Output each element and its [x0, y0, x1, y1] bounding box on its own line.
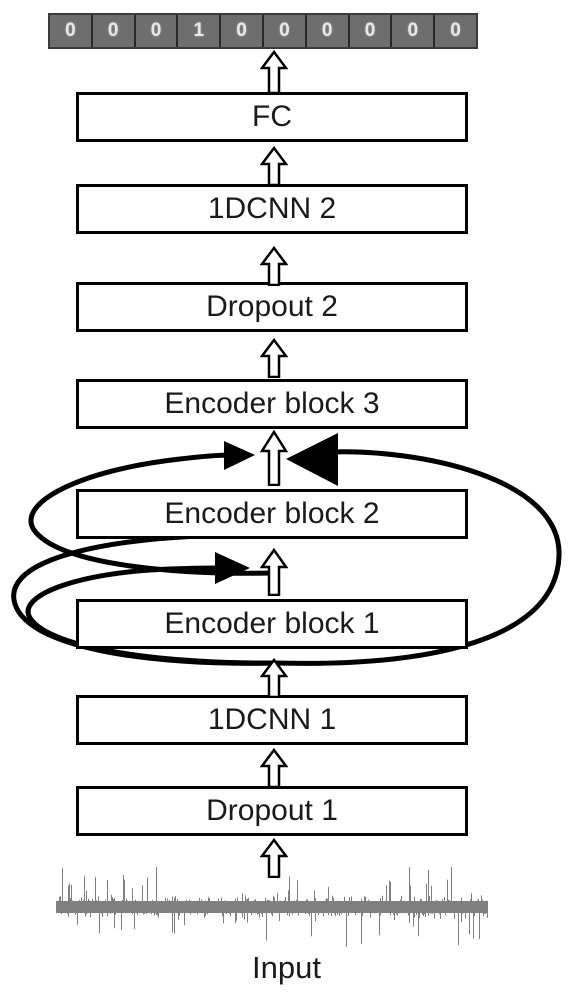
stage-box-encoder-block-3[interactable]: Encoder block 3 [76, 379, 468, 429]
waveform-traces [56, 867, 488, 947]
flow-arrow-dropout2-to-cnn2 [260, 246, 288, 286]
output-vector-cell: 0 [93, 15, 136, 47]
stage-label-encoder-block-2: Encoder block 2 [164, 497, 380, 530]
stage-box-encoder-block-1[interactable]: Encoder block 1 [76, 599, 468, 649]
stage-label-fc: FC [252, 100, 292, 133]
stage-label-dropout-2: Dropout 2 [206, 290, 338, 323]
architecture-diagram: 0001000000 FC 1DCNN 2 Dropout 2 Encoder … [0, 0, 573, 1000]
stage-box-1dcnn-1[interactable]: 1DCNN 1 [76, 695, 468, 745]
flow-arrow-input-to-dropout1 [260, 838, 288, 878]
output-vector-cell: 0 [221, 15, 264, 47]
stage-label-1dcnn-2: 1DCNN 2 [207, 192, 337, 225]
stage-box-dropout-2[interactable]: Dropout 2 [76, 282, 468, 332]
stage-label-dropout-1: Dropout 1 [206, 794, 338, 827]
flow-arrow-encoder3-to-dropout2 [260, 338, 288, 378]
stage-box-fc[interactable]: FC [76, 92, 468, 142]
output-one-hot-vector: 0001000000 [48, 13, 478, 49]
stage-label-1dcnn-1: 1DCNN 1 [207, 703, 337, 736]
skip-arrowhead-lower [215, 552, 250, 584]
output-vector-cell: 1 [178, 15, 222, 47]
output-vector-cell: 0 [350, 15, 393, 47]
output-vector-cell: 0 [307, 15, 350, 47]
skip-arrowhead-inner [224, 441, 255, 470]
stage-box-encoder-block-2[interactable]: Encoder block 2 [76, 489, 468, 539]
stage-box-1dcnn-2[interactable]: 1DCNN 2 [76, 184, 468, 234]
output-vector-cell: 0 [392, 15, 436, 47]
stage-label-encoder-block-3: Encoder block 3 [164, 387, 380, 420]
output-vector-cell: 0 [50, 15, 93, 47]
flow-arrow-dropout1-to-cnn1 [260, 748, 288, 788]
flow-arrow-cnn1-to-encoder1 [260, 658, 288, 698]
stage-box-dropout-1[interactable]: Dropout 1 [76, 786, 468, 836]
stage-label-encoder-block-1: Encoder block 1 [164, 607, 380, 640]
output-vector-cell: 0 [136, 15, 179, 47]
output-vector-cell: 0 [264, 15, 307, 47]
input-signal-waveform [56, 867, 488, 947]
input-label: Input [252, 950, 321, 985]
flow-arrow-cnn2-to-fc [260, 146, 288, 186]
flow-arrow-fc-to-output [260, 50, 288, 94]
flow-arrow-encoder2-to-encoder3 [260, 430, 288, 486]
flow-arrow-encoder1-to-encoder2 [260, 548, 288, 596]
skip-arrowhead-outer [286, 433, 338, 486]
output-vector-cell: 0 [450, 20, 461, 41]
